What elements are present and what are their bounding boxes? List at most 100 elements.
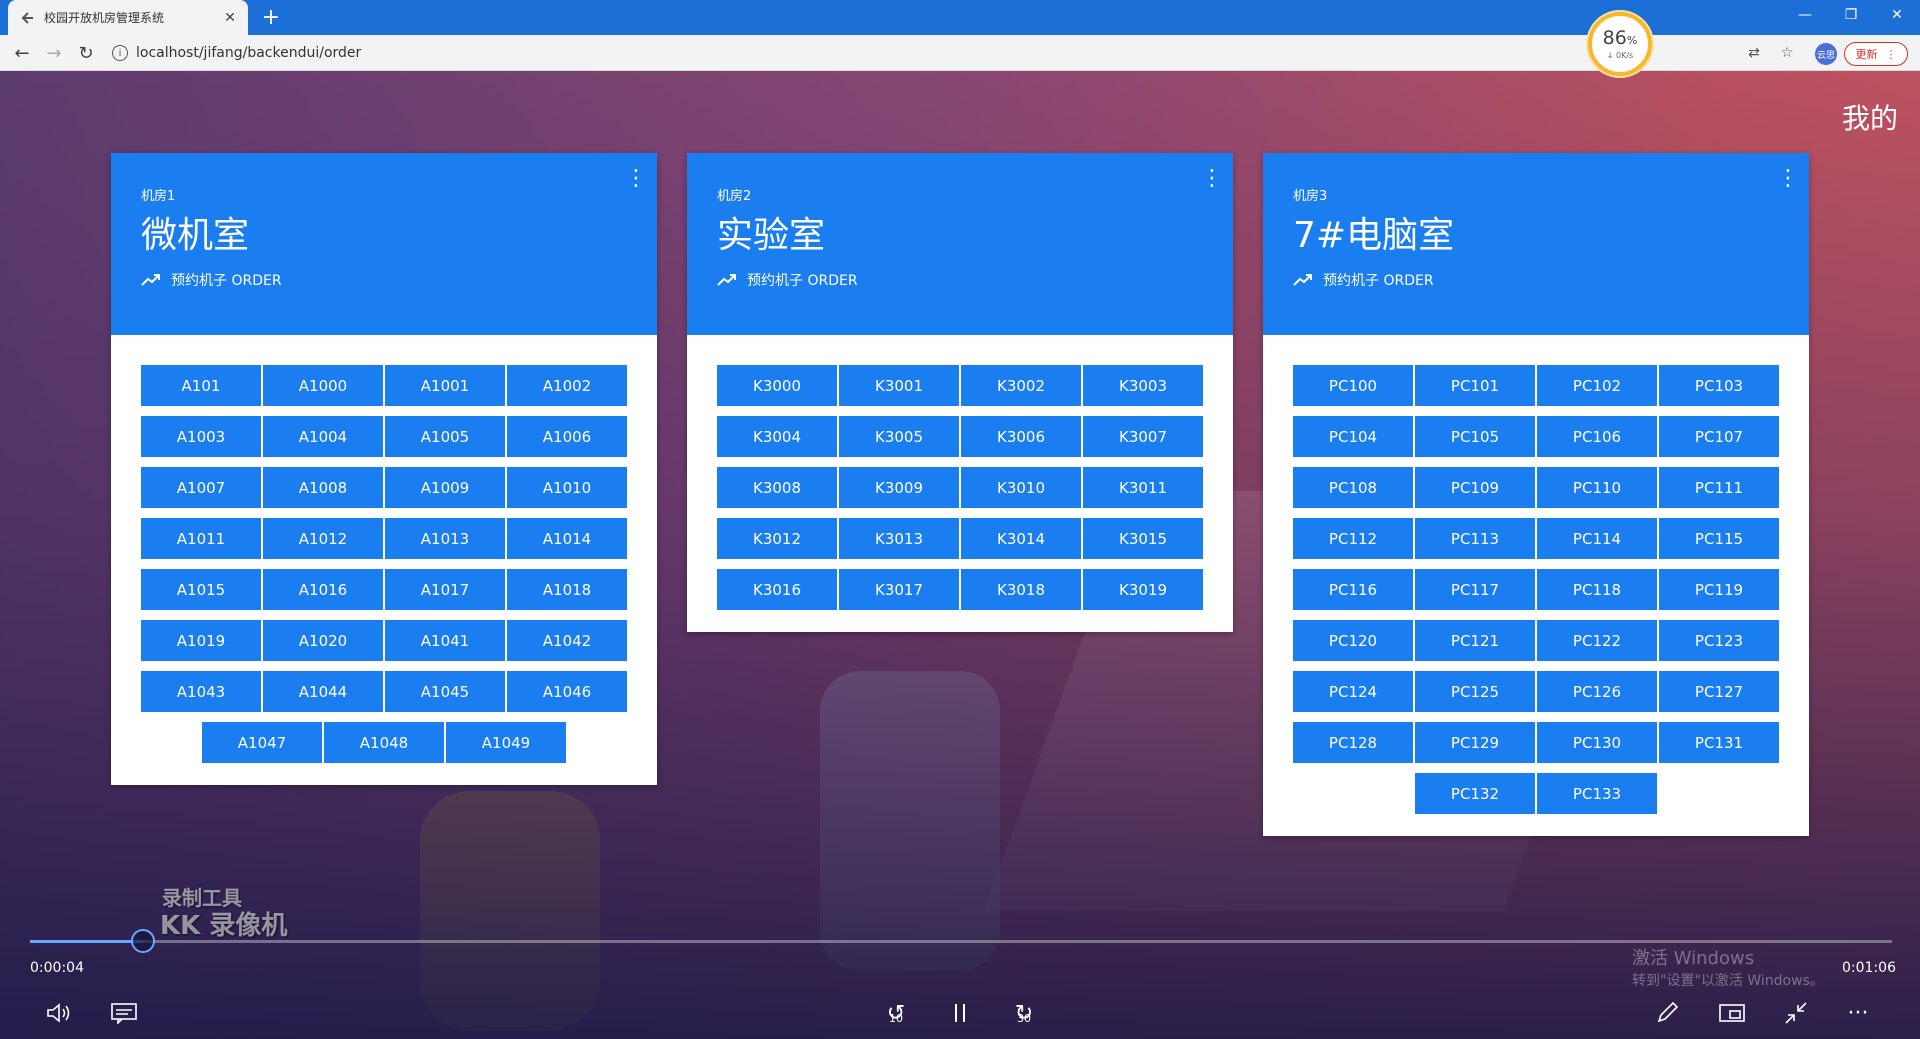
close-tab-icon[interactable]: ✕: [222, 10, 238, 26]
close-window-button[interactable]: ✕: [1874, 0, 1920, 30]
machine-button[interactable]: K3014: [961, 518, 1081, 559]
avatar[interactable]: 云思: [1815, 43, 1837, 65]
machine-button[interactable]: PC102: [1537, 365, 1657, 406]
machine-button[interactable]: A1048: [324, 722, 444, 763]
machine-button[interactable]: PC123: [1659, 620, 1779, 661]
machine-button[interactable]: A1049: [446, 722, 566, 763]
machine-button[interactable]: K3016: [717, 569, 837, 610]
machine-button[interactable]: PC132: [1415, 773, 1535, 814]
more-vertical-icon[interactable]: ⋮: [1777, 168, 1799, 190]
skip-back-button[interactable]: ↺ 10: [876, 995, 916, 1031]
machine-button[interactable]: PC121: [1415, 620, 1535, 661]
url-field[interactable]: i localhost/jifang/backendui/order: [112, 40, 1572, 66]
network-speed-widget[interactable]: 86% ↓ 0K/s: [1588, 12, 1652, 76]
browser-tab[interactable]: 校园开放机房管理系统 ✕: [8, 0, 248, 35]
machine-button[interactable]: A1000: [263, 365, 383, 406]
machine-button[interactable]: A1009: [385, 467, 505, 508]
skip-forward-button[interactable]: ↻ 30: [1004, 995, 1044, 1031]
machine-button[interactable]: K3010: [961, 467, 1081, 508]
machine-button[interactable]: A1008: [263, 467, 383, 508]
draw-button[interactable]: [1648, 995, 1688, 1031]
machine-button[interactable]: A1003: [141, 416, 261, 457]
machine-button[interactable]: PC115: [1659, 518, 1779, 559]
exit-fullscreen-button[interactable]: [1776, 995, 1816, 1031]
volume-button[interactable]: [40, 995, 80, 1031]
machine-button[interactable]: K3011: [1083, 467, 1203, 508]
machine-button[interactable]: K3012: [717, 518, 837, 559]
more-vertical-icon[interactable]: ⋮: [1201, 168, 1223, 190]
machine-button[interactable]: A1002: [507, 365, 627, 406]
machine-button[interactable]: K3004: [717, 416, 837, 457]
machine-button[interactable]: A1016: [263, 569, 383, 610]
machine-button[interactable]: K3003: [1083, 365, 1203, 406]
machine-button[interactable]: A1006: [507, 416, 627, 457]
machine-button[interactable]: PC116: [1293, 569, 1413, 610]
machine-button[interactable]: K3005: [839, 416, 959, 457]
machine-button[interactable]: PC114: [1537, 518, 1657, 559]
machine-button[interactable]: PC124: [1293, 671, 1413, 712]
restore-window-button[interactable]: ❐: [1828, 0, 1874, 30]
machine-button[interactable]: K3006: [961, 416, 1081, 457]
minimize-window-button[interactable]: —: [1782, 0, 1828, 30]
machine-button[interactable]: PC120: [1293, 620, 1413, 661]
reload-button[interactable]: ↻: [74, 41, 98, 65]
new-tab-button[interactable]: +: [258, 4, 284, 30]
machine-button[interactable]: A1010: [507, 467, 627, 508]
machine-button[interactable]: K3015: [1083, 518, 1203, 559]
machine-button[interactable]: K3001: [839, 365, 959, 406]
machine-button[interactable]: A1045: [385, 671, 505, 712]
machine-button[interactable]: PC130: [1537, 722, 1657, 763]
machine-button[interactable]: K3000: [717, 365, 837, 406]
machine-button[interactable]: A1044: [263, 671, 383, 712]
machine-button[interactable]: PC122: [1537, 620, 1657, 661]
machine-button[interactable]: PC117: [1415, 569, 1535, 610]
machine-button[interactable]: PC125: [1415, 671, 1535, 712]
machine-button[interactable]: K3002: [961, 365, 1081, 406]
machine-button[interactable]: PC111: [1659, 467, 1779, 508]
machine-button[interactable]: PC109: [1415, 467, 1535, 508]
machine-button[interactable]: A1015: [141, 569, 261, 610]
machine-button[interactable]: PC119: [1659, 569, 1779, 610]
machine-button[interactable]: PC112: [1293, 518, 1413, 559]
machine-button[interactable]: K3013: [839, 518, 959, 559]
machine-button[interactable]: A1004: [263, 416, 383, 457]
pause-button[interactable]: [940, 995, 980, 1031]
machine-button[interactable]: K3009: [839, 467, 959, 508]
machine-button[interactable]: A1013: [385, 518, 505, 559]
machine-button[interactable]: PC104: [1293, 416, 1413, 457]
info-icon[interactable]: i: [112, 45, 128, 61]
machine-button[interactable]: A1011: [141, 518, 261, 559]
machine-button[interactable]: A1042: [507, 620, 627, 661]
machine-button[interactable]: PC106: [1537, 416, 1657, 457]
machine-button[interactable]: PC118: [1537, 569, 1657, 610]
machine-button[interactable]: PC110: [1537, 467, 1657, 508]
machine-button[interactable]: PC133: [1537, 773, 1657, 814]
user-menu[interactable]: 我的: [1842, 97, 1898, 137]
machine-button[interactable]: PC127: [1659, 671, 1779, 712]
bookmark-star-icon[interactable]: ☆: [1777, 43, 1797, 63]
machine-button[interactable]: K3007: [1083, 416, 1203, 457]
update-button[interactable]: 更新 ⋮: [1844, 42, 1908, 66]
machine-button[interactable]: A1012: [263, 518, 383, 559]
forward-button[interactable]: →: [42, 41, 66, 65]
more-options-button[interactable]: ···: [1838, 995, 1878, 1031]
mini-player-button[interactable]: [1712, 995, 1752, 1031]
machine-button[interactable]: PC101: [1415, 365, 1535, 406]
machine-button[interactable]: PC108: [1293, 467, 1413, 508]
machine-button[interactable]: PC103: [1659, 365, 1779, 406]
machine-button[interactable]: A1018: [507, 569, 627, 610]
machine-button[interactable]: PC100: [1293, 365, 1413, 406]
machine-button[interactable]: A1043: [141, 671, 261, 712]
machine-button[interactable]: A1046: [507, 671, 627, 712]
machine-button[interactable]: A1014: [507, 518, 627, 559]
translate-icon[interactable]: ⇄: [1744, 43, 1764, 63]
machine-button[interactable]: A1017: [385, 569, 505, 610]
machine-button[interactable]: A1001: [385, 365, 505, 406]
machine-button[interactable]: A101: [141, 365, 261, 406]
machine-button[interactable]: A1019: [141, 620, 261, 661]
machine-button[interactable]: PC129: [1415, 722, 1535, 763]
machine-button[interactable]: PC105: [1415, 416, 1535, 457]
machine-button[interactable]: K3008: [717, 467, 837, 508]
machine-button[interactable]: A1047: [202, 722, 322, 763]
machine-button[interactable]: A1007: [141, 467, 261, 508]
